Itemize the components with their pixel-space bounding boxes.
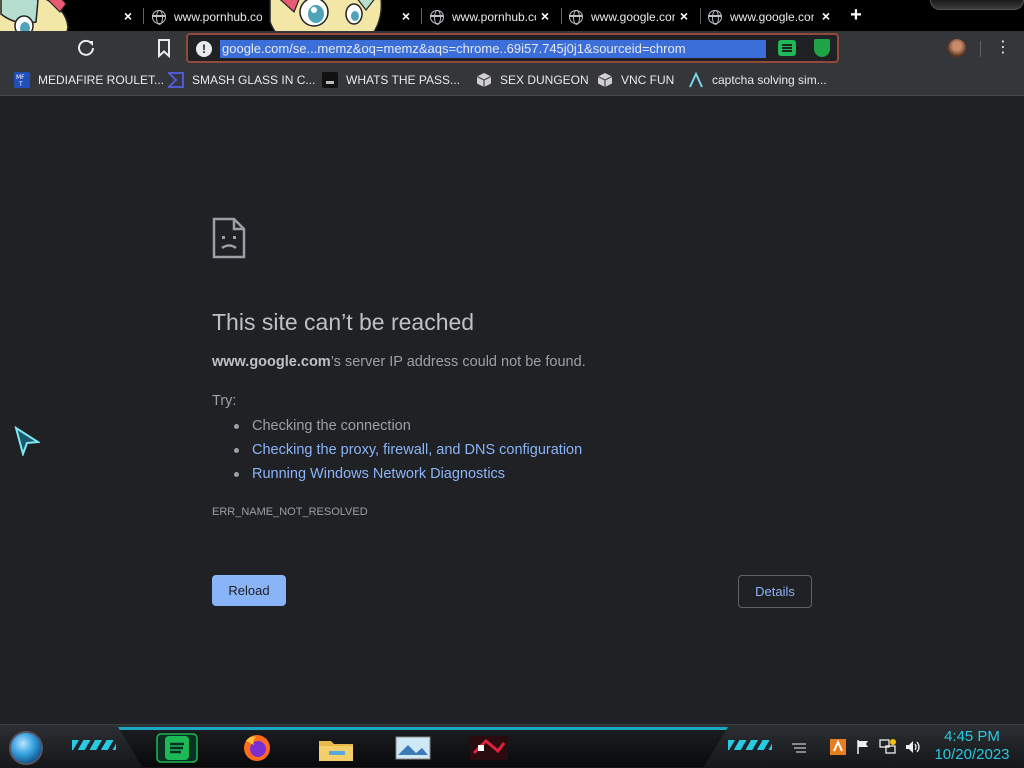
url-text[interactable]: google.com/se...memz&oq=memz&aqs=chrome.… <box>220 40 766 58</box>
globe-icon <box>708 9 722 25</box>
tab-strip: × www.pornhub.com × www.pornhub.com × ww… <box>0 0 1024 31</box>
flag-icon[interactable] <box>854 738 872 756</box>
bookmark-sex-dungeon[interactable]: SEX DUNGEON <box>476 71 589 89</box>
bookmark-smash-glass[interactable]: SMASH GLASS IN C... <box>166 71 316 89</box>
bookmark-label: SEX DUNGEON <box>500 73 589 87</box>
firefox-taskbar-icon[interactable] <box>236 733 278 763</box>
chevron-icon <box>166 72 184 88</box>
mediafire-icon: MF T <box>14 72 30 88</box>
file-explorer-taskbar-icon[interactable] <box>315 733 357 763</box>
cube-icon <box>597 72 613 88</box>
tab-4[interactable]: www.google.com × <box>708 2 840 31</box>
show-desktop-icon[interactable] <box>790 738 808 756</box>
tab-title: www.pornhub.com <box>174 9 262 24</box>
bookmark-label: captcha solving sim... <box>712 73 827 87</box>
svg-text:T: T <box>18 81 23 88</box>
profile-avatar[interactable] <box>948 39 966 57</box>
menu-icon[interactable]: ⋮ <box>995 40 1011 56</box>
svg-text:MF: MF <box>16 74 25 81</box>
desktop-screen: × www.pornhub.com × www.pornhub.com × ww… <box>0 0 1024 768</box>
tab-2[interactable]: www.pornhub.com × <box>430 2 559 31</box>
globe-icon <box>152 9 166 25</box>
window-frame-decoration <box>930 0 1024 10</box>
clock-time: 4:45 PM <box>944 728 1000 745</box>
taskbar: 4:45 PM 10/20/2023 <box>0 724 1024 768</box>
tab-title: www.google.com <box>591 9 675 24</box>
start-button[interactable] <box>9 731 43 765</box>
tab-close-icon[interactable]: × <box>676 8 692 24</box>
cube-icon <box>476 72 492 88</box>
error-page: This site can’t be reached www.google.co… <box>0 96 1024 724</box>
system-tray <box>790 733 929 761</box>
tab-close-icon[interactable]: × <box>537 8 553 24</box>
terminal-icon <box>322 72 338 88</box>
site-info-icon[interactable]: ! <box>196 41 212 57</box>
bookmark-label: MEDIAFIRE ROULET... <box>38 73 165 87</box>
spotify-taskbar-icon[interactable] <box>156 733 198 763</box>
bookmark-label: VNC FUN <box>621 73 675 87</box>
volume-icon[interactable] <box>904 738 922 756</box>
error-title: This site can’t be reached <box>212 309 475 335</box>
try-label: Try: <box>212 393 237 409</box>
error-host: www.google.com <box>212 354 331 370</box>
bookmark-label: SMASH GLASS IN C... <box>192 73 316 87</box>
suggestions-list: Checking the connection Checking the pro… <box>232 416 582 488</box>
globe-icon <box>569 9 583 25</box>
taskbar-decoration <box>728 740 772 750</box>
bookmark-vnc-fun[interactable]: VNC FUN <box>597 71 674 89</box>
suggestion-check-proxy-link[interactable]: Checking the proxy, firewall, and DNS co… <box>232 440 582 464</box>
sad-document-icon <box>212 217 246 259</box>
error-message: www.google.com’s server IP address could… <box>212 354 586 370</box>
network-icon[interactable] <box>879 738 897 756</box>
system-clock[interactable]: 4:45 PM 10/20/2023 <box>928 728 1016 764</box>
error-code: ERR_NAME_NOT_RESOLVED <box>212 506 368 518</box>
photo-viewer-taskbar-icon[interactable] <box>392 733 434 763</box>
app-tray-icon[interactable] <box>829 738 847 756</box>
bookmark-captcha[interactable]: captcha solving sim... <box>688 71 827 89</box>
details-button[interactable]: Details <box>738 575 812 608</box>
bookmark-label: WHATS THE PASS... <box>346 73 461 87</box>
suggestion-network-diagnostics-link[interactable]: Running Windows Network Diagnostics <box>232 464 582 488</box>
tab-title: www.google.com <box>730 9 814 24</box>
taskbar-decoration <box>72 740 116 750</box>
bookmark-star-icon[interactable] <box>155 38 173 58</box>
shield-extension-icon[interactable] <box>814 39 830 57</box>
suggestion-check-connection: Checking the connection <box>232 416 582 440</box>
mouse-cursor-icon <box>14 426 40 456</box>
new-tab-button[interactable]: + <box>846 5 866 25</box>
bookmarks-bar: MF T MEDIAFIRE ROULET... SMASH GLASS IN C… <box>0 65 1024 96</box>
globe-icon <box>430 9 444 25</box>
bookmark-whats-the-pass[interactable]: WHATS THE PASS... <box>322 71 460 89</box>
tab-close-icon[interactable]: × <box>120 8 136 24</box>
tab-title: www.pornhub.com <box>452 9 536 24</box>
tab-3[interactable]: www.google.com × <box>569 2 698 31</box>
reload-button[interactable]: Reload <box>212 575 286 606</box>
address-bar[interactable]: ! google.com/se...memz&oq=memz&aqs=chrom… <box>186 33 839 63</box>
clock-date: 10/20/2023 <box>934 746 1010 763</box>
tab-close-icon[interactable]: × <box>818 8 834 24</box>
reload-icon[interactable] <box>75 37 97 59</box>
spotify-extension-icon[interactable] <box>778 40 796 56</box>
media-app-taskbar-icon[interactable] <box>468 733 510 763</box>
error-message-rest: ’s server IP address could not be found. <box>330 354 586 370</box>
lambda-icon <box>688 71 704 88</box>
browser-toolbar: ! google.com/se...memz&oq=memz&aqs=chrom… <box>0 31 1024 65</box>
tab-close-icon[interactable]: × <box>398 8 414 24</box>
bookmark-mediafire[interactable]: MF T MEDIAFIRE ROULET... <box>14 71 164 89</box>
